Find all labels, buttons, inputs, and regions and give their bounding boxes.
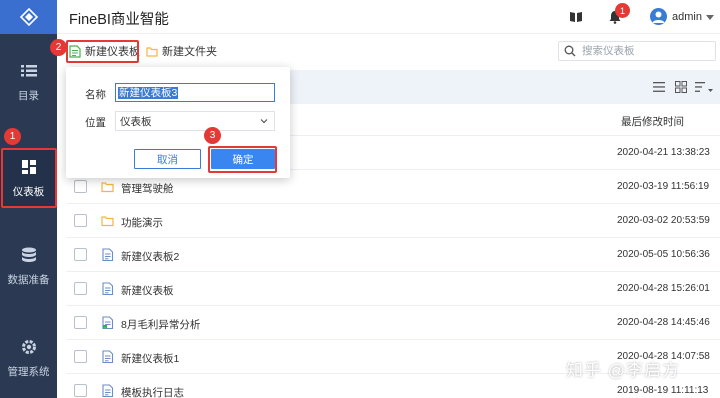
list-view-icon[interactable] <box>653 81 665 93</box>
location-value: 仪表板 <box>120 115 152 128</box>
row-checkbox[interactable] <box>74 180 87 193</box>
sidebar-item-label: 数据准备 <box>7 274 50 286</box>
column-modified-time[interactable]: 最后修改时间 <box>621 114 684 129</box>
sidebar-item-catalog[interactable]: 目录 <box>0 62 57 122</box>
cancel-button[interactable]: 取消 <box>134 149 201 169</box>
row-modified-time: 2020-03-02 20:53:59 <box>617 215 710 226</box>
row-checkbox[interactable] <box>74 316 87 329</box>
list-icon <box>20 65 37 77</box>
chevron-down-icon[interactable] <box>706 15 714 20</box>
top-header: FineBI商业智能 1 admin <box>57 0 720 34</box>
database-icon <box>21 247 36 262</box>
dashboard-file-icon <box>102 350 114 363</box>
sidebar-item-admin[interactable]: 管理系统 <box>0 338 57 394</box>
app-logo[interactable] <box>0 0 57 34</box>
highlight-box-dashboard <box>1 148 57 208</box>
search-box[interactable] <box>558 41 716 61</box>
new-folder-label: 新建文件夹 <box>162 46 217 58</box>
table-row[interactable]: 新建仪表板2 2020-05-05 10:56:36 <box>66 238 720 272</box>
folder-icon <box>101 182 114 193</box>
highlight-box-confirm <box>208 146 277 173</box>
dashboard-file-icon <box>102 316 114 329</box>
row-checkbox[interactable] <box>74 214 87 227</box>
dashboard-file-icon <box>102 384 114 397</box>
dashboard-file-icon <box>102 248 114 261</box>
row-name[interactable]: 新建仪表板1 <box>121 351 179 366</box>
step-badge: 1 <box>4 128 21 145</box>
dashboard-file-icon <box>102 282 114 295</box>
row-name[interactable]: 8月毛利异常分析 <box>121 317 200 332</box>
highlight-box-new-dashboard <box>66 40 139 63</box>
row-name[interactable]: 模板执行日志 <box>121 385 184 398</box>
search-icon <box>564 45 576 57</box>
logo-icon <box>19 8 38 26</box>
row-modified-time: 2019-08-19 11:11:13 <box>617 385 709 396</box>
sidebar-item-label: 管理系统 <box>7 366 50 378</box>
row-name[interactable]: 新建仪表板2 <box>121 249 179 264</box>
row-modified-time: 2020-04-21 13:38:23 <box>617 147 710 158</box>
grid-view-icon[interactable] <box>675 81 687 93</box>
row-modified-time: 2020-04-28 14:45:46 <box>617 317 710 328</box>
row-checkbox[interactable] <box>74 248 87 261</box>
folder-icon <box>146 46 158 57</box>
user-icon <box>652 11 665 23</box>
name-input-value: 新建仪表板3 <box>118 87 179 99</box>
notification-badge: 1 <box>615 3 630 18</box>
row-modified-time: 2020-04-28 15:26:01 <box>617 283 710 294</box>
user-name[interactable]: admin <box>672 11 702 23</box>
search-input[interactable] <box>582 45 712 57</box>
row-checkbox[interactable] <box>74 282 87 295</box>
chevron-down-icon <box>260 119 268 124</box>
table-row[interactable]: 功能演示 2020-03-02 20:53:59 <box>66 204 720 238</box>
location-label: 位置 <box>85 117 106 129</box>
sidebar-item-label: 目录 <box>18 90 39 102</box>
step-badge: 2 <box>50 39 67 56</box>
book-icon[interactable] <box>569 10 583 24</box>
sort-icon[interactable] <box>695 81 713 93</box>
row-checkbox[interactable] <box>74 350 87 363</box>
avatar[interactable] <box>650 8 667 25</box>
location-select[interactable]: 仪表板 <box>115 111 275 131</box>
name-input[interactable]: 新建仪表板3 <box>115 83 275 102</box>
row-name[interactable]: 管理驾驶舱 <box>121 181 174 196</box>
name-label: 名称 <box>85 89 106 101</box>
step-badge: 3 <box>204 127 221 144</box>
watermark: 知乎 @李启方 <box>566 361 680 380</box>
new-folder-button[interactable]: 新建文件夹 <box>146 43 217 59</box>
row-modified-time: 2020-05-05 10:56:36 <box>617 249 710 260</box>
sidebar-item-data-prep[interactable]: 数据准备 <box>0 246 57 306</box>
row-modified-time: 2020-03-19 11:56:19 <box>617 181 710 192</box>
folder-icon <box>101 216 114 227</box>
row-name[interactable]: 新建仪表板 <box>121 283 174 298</box>
row-checkbox[interactable] <box>74 384 87 397</box>
row-name[interactable]: 功能演示 <box>121 215 163 230</box>
gear-icon <box>21 340 36 354</box>
table-row[interactable]: 新建仪表板 2020-04-28 15:26:01 <box>66 272 720 306</box>
toolbar: 新建仪表板 新建文件夹 <box>57 34 720 68</box>
table-row[interactable]: 8月毛利异常分析 2020-04-28 14:45:46 <box>66 306 720 340</box>
app-title: FineBI商业智能 <box>69 12 169 28</box>
